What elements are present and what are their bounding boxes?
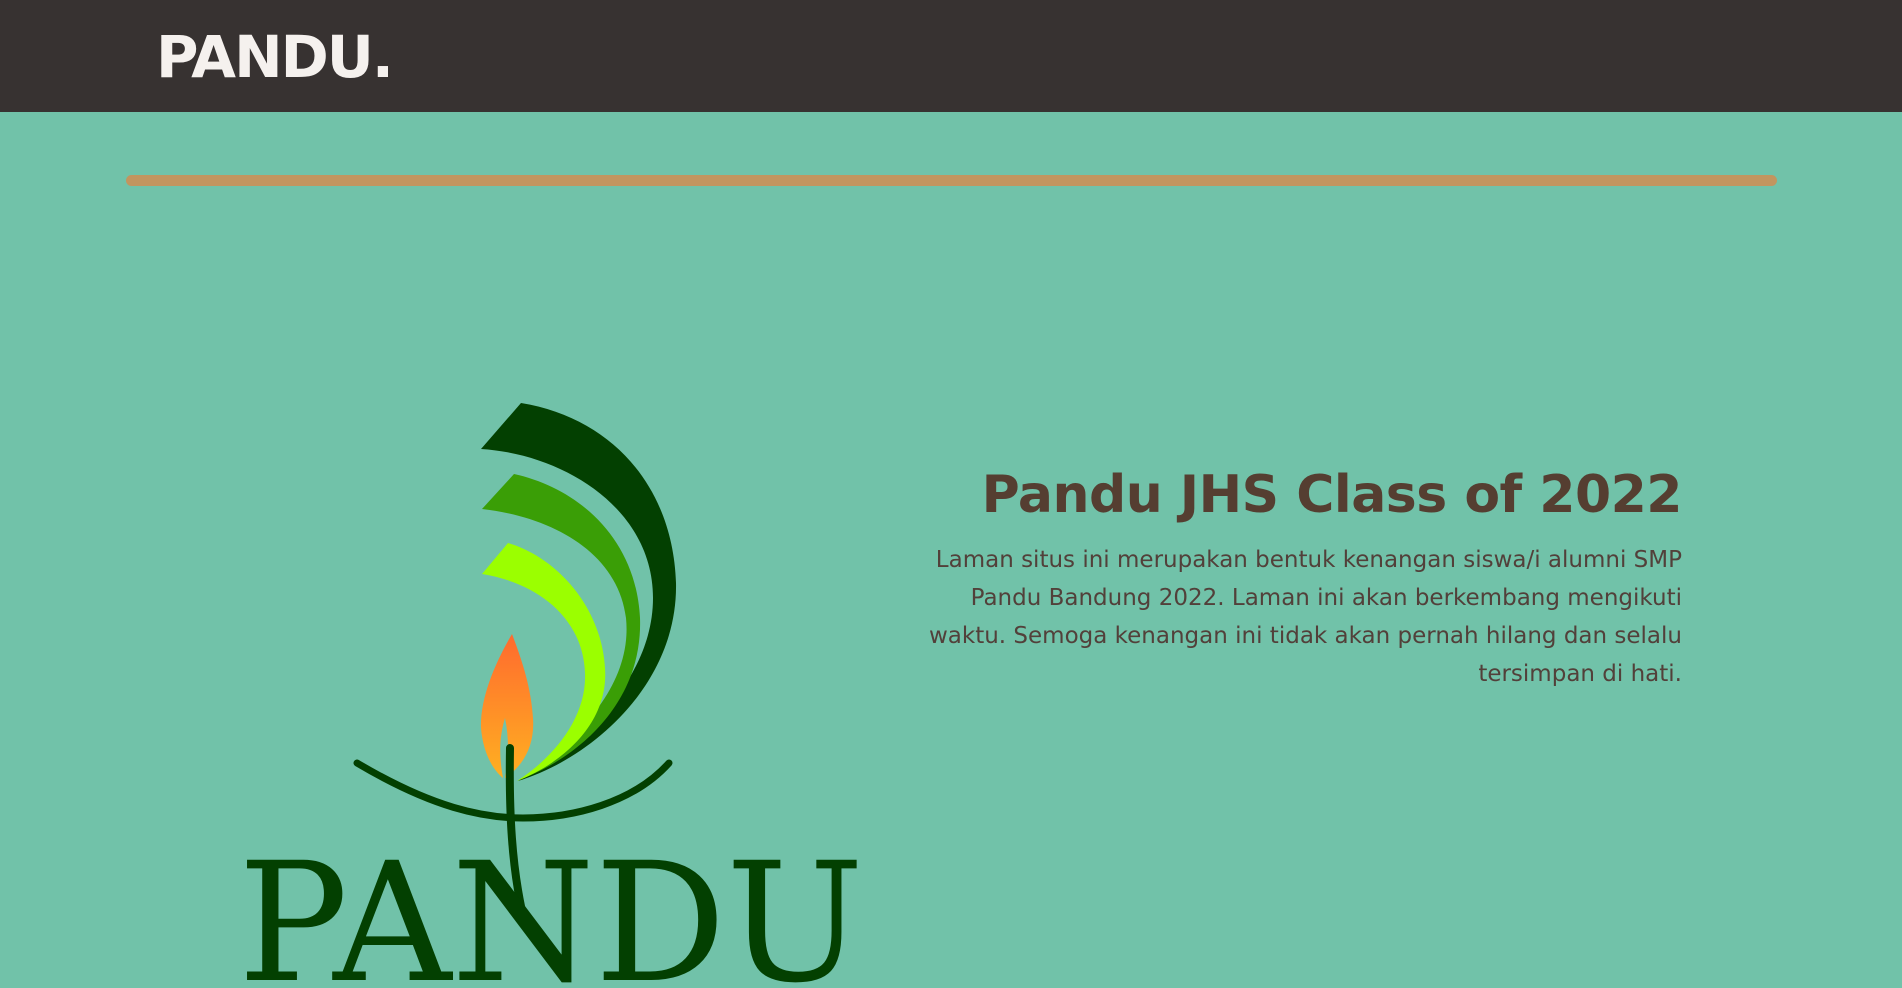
hero-title: Pandu JHS Class of 2022 (981, 465, 1683, 525)
hero-text-block: Pandu JHS Class of 2022 Laman situs ini … (880, 463, 1683, 693)
pandu-logo-graphic: PANDU (238, 403, 864, 988)
navbar: PANDU. (0, 0, 1902, 112)
divider-line (126, 175, 1777, 186)
pandu-logo: PANDU (233, 288, 873, 988)
logo-wordmark: PANDU (238, 827, 864, 988)
leaf-mid-icon (482, 474, 641, 780)
brand-logo-link[interactable]: PANDU. (156, 22, 394, 92)
hero-section: PANDU Pandu JHS Class of 2022 Laman situ… (0, 112, 1902, 988)
hero-description: Laman situs ini merupakan bentuk kenanga… (928, 547, 1682, 687)
